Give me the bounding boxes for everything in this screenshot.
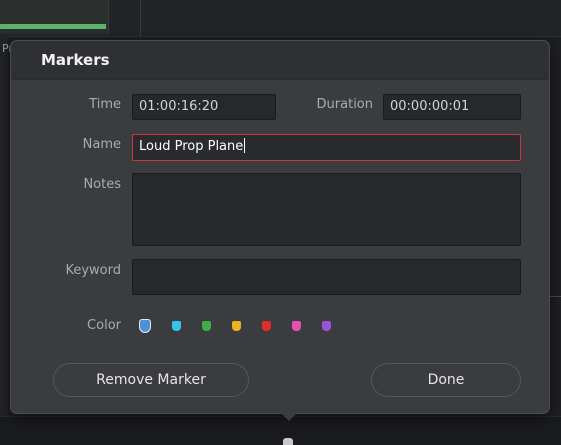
name-label: Name — [82, 137, 121, 152]
name-field[interactable]: Loud Prop Plane — [132, 134, 521, 161]
editor-background: Pr Markers Time 01:00:16:20 Duration 00:… — [0, 0, 561, 445]
color-swatch-cyan[interactable] — [172, 321, 181, 331]
color-swatch-purple[interactable] — [322, 321, 331, 331]
dialog-header: Markers — [11, 41, 549, 80]
color-picker — [139, 316, 331, 336]
duration-label: Duration — [316, 97, 373, 112]
divider — [140, 0, 141, 36]
color-label: Color — [87, 318, 121, 333]
duration-field[interactable]: 00:00:00:01 — [383, 94, 521, 120]
playhead-handle[interactable] — [283, 438, 293, 445]
keyword-label: Keyword — [65, 263, 121, 278]
color-swatch-blue[interactable] — [139, 319, 151, 333]
color-swatch-pink[interactable] — [292, 321, 301, 331]
notes-label: Notes — [83, 177, 121, 192]
popup-pointer — [279, 411, 299, 421]
remove-marker-button[interactable]: Remove Marker — [53, 363, 249, 397]
markers-dialog: Markers Time 01:00:16:20 Duration 00:00:… — [10, 40, 550, 421]
left-strip — [0, 36, 8, 416]
name-value: Loud Prop Plane — [139, 139, 244, 154]
time-label: Time — [89, 97, 121, 112]
color-swatch-red[interactable] — [262, 321, 271, 331]
time-field[interactable]: 01:00:16:20 — [132, 94, 276, 120]
notes-field[interactable] — [132, 173, 521, 246]
timeline-clip[interactable] — [0, 0, 109, 34]
keyword-field[interactable] — [132, 259, 521, 295]
clip-audio-bar — [0, 24, 106, 29]
dialog-title: Markers — [41, 51, 110, 69]
text-caret — [244, 138, 246, 153]
color-swatch-yellow[interactable] — [232, 321, 241, 331]
color-swatch-green[interactable] — [202, 321, 211, 331]
done-button[interactable]: Done — [371, 363, 521, 397]
